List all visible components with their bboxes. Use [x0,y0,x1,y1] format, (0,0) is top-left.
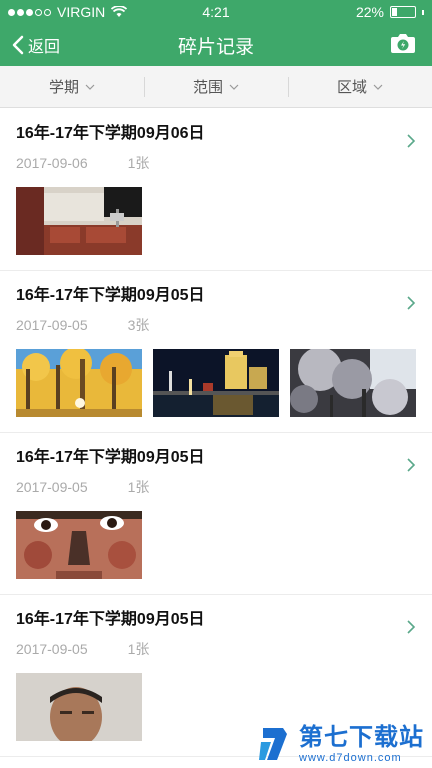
chevron-right-icon [407,134,416,148]
photo-classroom-interior[interactable] [16,187,142,255]
chevron-right-icon [407,458,416,472]
back-button[interactable]: 返回 [0,33,60,57]
page-title: 碎片记录 [177,36,254,58]
record-title: 16年-17年下学期09月06日 [16,125,205,142]
chevron-down-icon [373,84,383,90]
status-right: 22% [356,4,424,20]
nav-bar: 返回 碎片记录 [0,24,432,66]
filter-semester[interactable]: 学期 [0,77,144,97]
signal-strength-icon [8,8,51,16]
record-title: 16年-17年下学期09月05日 [16,287,205,304]
wifi-icon [111,6,128,17]
photo-man-portrait[interactable] [16,673,142,741]
filter-scope[interactable]: 范围 [144,76,288,97]
photo-night-city-bridge[interactable] [153,349,279,417]
record-count: 1张 [127,641,150,657]
record-meta: 2017-09-05 1张 [16,477,416,497]
record-date: 2017-09-05 [16,317,88,333]
watermark-url: www.d7down.com [299,752,402,764]
record-item[interactable]: 16年-17年下学期09月06日 2017-09-06 1张 [0,109,432,271]
watermark: 第七下载站 www.d7down.com [257,724,424,764]
d7-logo-icon [259,728,287,760]
record-meta: 2017-09-05 3张 [16,315,416,335]
chevron-down-icon [85,84,95,90]
record-meta: 2017-09-06 1张 [16,153,416,173]
record-count: 3张 [127,317,150,333]
record-date: 2017-09-06 [16,155,88,171]
record-count: 1张 [127,479,150,495]
record-date: 2017-09-05 [16,479,88,495]
battery-icon [390,6,416,18]
record-meta: 2017-09-05 1张 [16,639,416,659]
filter-semester-label: 学期 [48,79,79,96]
photo-strip [16,349,416,417]
filter-region-label: 区域 [336,79,367,96]
watermark-title: 第七下载站 [299,724,424,751]
record-date: 2017-09-05 [16,641,88,657]
chevron-down-icon [229,84,239,90]
record-list: 16年-17年下学期09月06日 2017-09-06 1张 16年-17年下学… [0,109,432,757]
status-left: VIRGIN [8,4,356,20]
chevron-right-icon [407,620,416,634]
record-count: 1张 [127,155,150,171]
photo-autumn-trees[interactable] [16,349,142,417]
status-bar: VIRGIN 4:21 22% [0,0,432,24]
photo-cherry-blossom-tree[interactable] [290,349,416,417]
record-title: 16年-17年下学期09月05日 [16,611,205,628]
filter-scope-label: 范围 [192,79,223,96]
carrier-name: VIRGIN [57,4,106,20]
camera-icon [391,33,415,53]
record-title: 16年-17年下学期09月05日 [16,449,205,466]
battery-percent: 22% [355,4,384,20]
back-label: 返回 [28,39,61,56]
filter-bar: 学期 范围 区域 [0,66,432,108]
record-item[interactable]: 16年-17年下学期09月05日 2017-09-05 1张 [0,433,432,595]
photo-strip [16,187,416,255]
camera-button[interactable] [390,32,416,59]
chevron-right-icon [407,296,416,310]
photo-strip [16,511,416,579]
filter-region[interactable]: 区域 [288,76,432,97]
chevron-left-icon [12,35,24,55]
photo-child-face[interactable] [16,511,142,579]
record-item[interactable]: 16年-17年下学期09月05日 2017-09-05 3张 [0,271,432,433]
